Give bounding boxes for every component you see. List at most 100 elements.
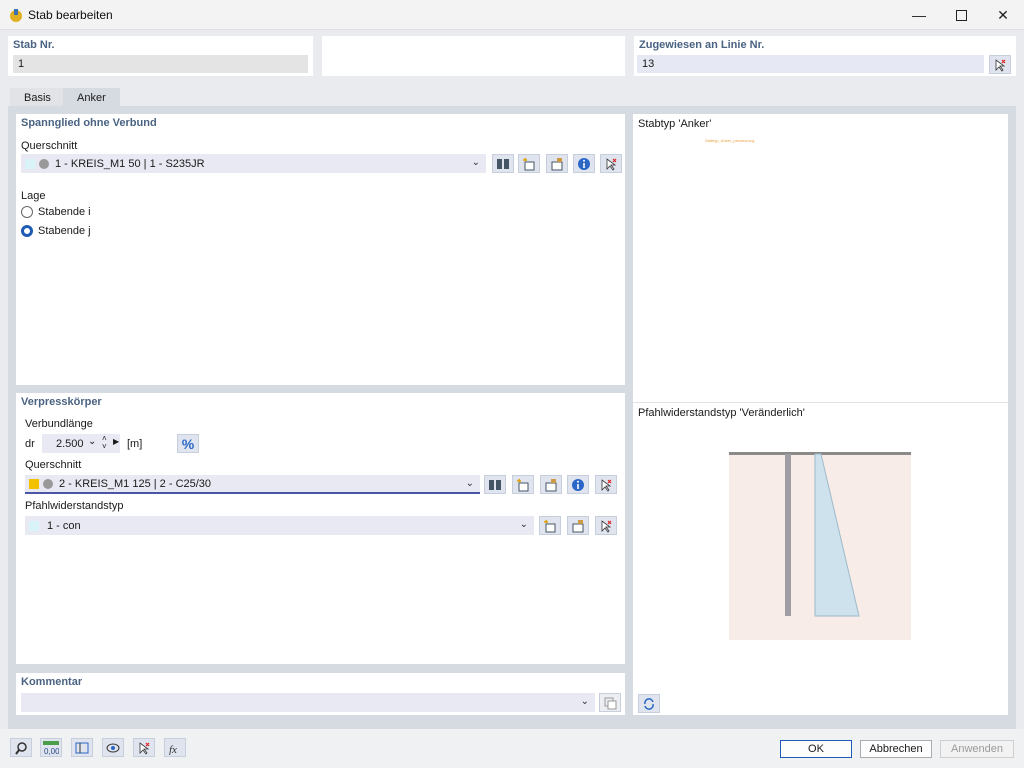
svg-text:0,00: 0,00 — [44, 747, 59, 755]
spin-icon[interactable]: ˄ ˅ — [102, 435, 107, 451]
view-tool-button[interactable] — [102, 738, 124, 757]
zugewiesen-field[interactable]: 13 — [637, 55, 984, 73]
decimal-icon: 0,00 — [43, 740, 59, 755]
svg-text:fx: fx — [169, 744, 177, 755]
chevron-down-icon: ⌄ — [465, 478, 474, 489]
search-tool-button[interactable] — [10, 738, 32, 757]
querschnitt-label: Querschnitt — [21, 140, 78, 152]
copy-comment-button[interactable] — [599, 693, 621, 712]
refresh-preview-button[interactable] — [638, 694, 660, 713]
pick-pfahl-button[interactable] — [595, 516, 617, 535]
kommentar-input[interactable]: ⌄ — [21, 693, 595, 712]
info-icon — [578, 157, 590, 170]
zugewiesen-label: Zugewiesen an Linie Nr. — [639, 39, 765, 51]
querschnitt2-label: Querschnitt — [25, 459, 82, 471]
book-icon — [489, 479, 501, 490]
querschnitt2-value: 2 - KREIS_M1 125 | 2 - C25/30 — [59, 477, 212, 490]
verbundlaenge-label: Verbundlänge — [25, 418, 93, 430]
close-icon[interactable]: ✕ — [982, 0, 1024, 30]
select-tool-button[interactable] — [133, 738, 155, 757]
title-bar — [0, 0, 1024, 30]
color-swatch — [29, 520, 39, 531]
radio-stabende-j[interactable]: Stabende j — [21, 225, 91, 237]
color-swatch — [29, 478, 39, 489]
units-tool-button[interactable]: 0,00 — [40, 738, 62, 757]
structure-icon — [75, 742, 89, 753]
radio-icon[interactable] — [21, 206, 33, 218]
stab-nr-panel: Stab Nr. 1 — [8, 36, 313, 76]
verpress-title: Verpresskörper — [21, 396, 102, 408]
missing-image-text: Stabtyp_Anker_preview.svg — [705, 138, 755, 143]
stabtyp-title: Stabtyp 'Anker' — [638, 118, 712, 130]
cursor-pick-icon — [139, 741, 150, 755]
color-swatch — [25, 158, 35, 169]
pick-section-button-2[interactable] — [595, 475, 617, 494]
model-tool-button[interactable] — [71, 738, 93, 757]
material-dot — [43, 478, 53, 489]
empty-header-panel — [322, 36, 625, 76]
pfahl-preview-title: Pfahlwiderstandstyp 'Veränderlich' — [638, 407, 805, 419]
minimize-icon[interactable]: — — [898, 0, 940, 30]
chevron-down-icon: ⌄ — [471, 157, 480, 168]
verpress-panel: Verpresskörper Verbundlänge dr 2.500 ⌄ ˄… — [16, 393, 625, 664]
divider — [633, 402, 1008, 403]
search-icon — [15, 741, 27, 755]
querschnitt-value: 1 - KREIS_M1 50 | 1 - S235JR — [55, 157, 205, 170]
new-pfahl-button[interactable] — [539, 516, 561, 535]
new-icon — [523, 157, 535, 170]
edit-section-button[interactable] — [546, 154, 568, 173]
kommentar-panel: Kommentar ⌄ — [16, 673, 625, 715]
material-dot — [39, 158, 49, 169]
stab-nr-field[interactable]: 1 — [13, 55, 308, 73]
edit-section-button-2[interactable] — [540, 475, 562, 494]
window-title: Stab bearbeiten — [28, 8, 113, 22]
apply-button[interactable]: Anwenden — [940, 740, 1014, 758]
percent-button[interactable]: % — [177, 434, 199, 453]
play-icon[interactable]: ▶ — [113, 437, 119, 446]
pick-line-button[interactable] — [989, 55, 1011, 74]
kommentar-label: Kommentar — [21, 676, 83, 688]
zugewiesen-panel: Zugewiesen an Linie Nr. 13 — [634, 36, 1016, 76]
length-input[interactable]: 2.500 ⌄ ˄ ˅ ▶ — [42, 434, 120, 453]
cancel-button[interactable]: Abbrechen — [860, 740, 932, 758]
radio-selected-icon[interactable] — [21, 225, 33, 237]
radio-stabende-i[interactable]: Stabende i — [21, 206, 91, 218]
edit-pfahl-button[interactable] — [567, 516, 589, 535]
new-section-button-2[interactable] — [512, 475, 534, 494]
pick-section-button[interactable] — [600, 154, 622, 173]
maximize-icon[interactable] — [940, 0, 982, 30]
cursor-pick-icon — [601, 478, 612, 492]
refresh-icon — [644, 697, 654, 710]
tab-basis[interactable]: Basis — [10, 88, 65, 106]
info-icon — [572, 478, 584, 491]
querschnitt2-select[interactable]: 2 - KREIS_M1 125 | 2 - C25/30 ⌄ — [25, 475, 480, 494]
library-button-2[interactable] — [484, 475, 506, 494]
pfahl-select[interactable]: 1 - con ⌄ — [25, 516, 534, 535]
app-icon — [8, 7, 24, 23]
function-icon: fx — [169, 744, 177, 755]
stab-nr-label: Stab Nr. — [13, 39, 55, 51]
cursor-pick-icon — [606, 157, 617, 171]
edit-icon — [545, 478, 557, 491]
new-icon — [544, 519, 556, 532]
library-button[interactable] — [492, 154, 514, 173]
eye-icon — [106, 743, 120, 752]
cursor-pick-icon — [995, 58, 1006, 72]
cursor-pick-icon — [601, 519, 612, 533]
ok-button[interactable]: OK — [780, 740, 852, 758]
function-tool-button[interactable]: fx — [164, 738, 186, 757]
querschnitt-select[interactable]: 1 - KREIS_M1 50 | 1 - S235JR ⌄ — [21, 154, 486, 173]
pfahl-diagram — [729, 452, 911, 643]
new-section-button[interactable] — [518, 154, 540, 173]
tab-anker[interactable]: Anker — [63, 88, 120, 106]
spannglied-panel: Spannglied ohne Verbund Querschnitt 1 - … — [16, 114, 625, 385]
book-icon — [497, 158, 509, 169]
length-value: 2.500 — [56, 437, 84, 450]
info-button-2[interactable] — [567, 475, 589, 494]
new-icon — [517, 478, 529, 491]
info-button[interactable] — [573, 154, 595, 173]
chevron-down-icon: ⌄ — [88, 436, 97, 447]
spannglied-title: Spannglied ohne Verbund — [21, 117, 157, 129]
pfahl-value: 1 - con — [47, 519, 81, 532]
copy-icon — [604, 697, 617, 709]
